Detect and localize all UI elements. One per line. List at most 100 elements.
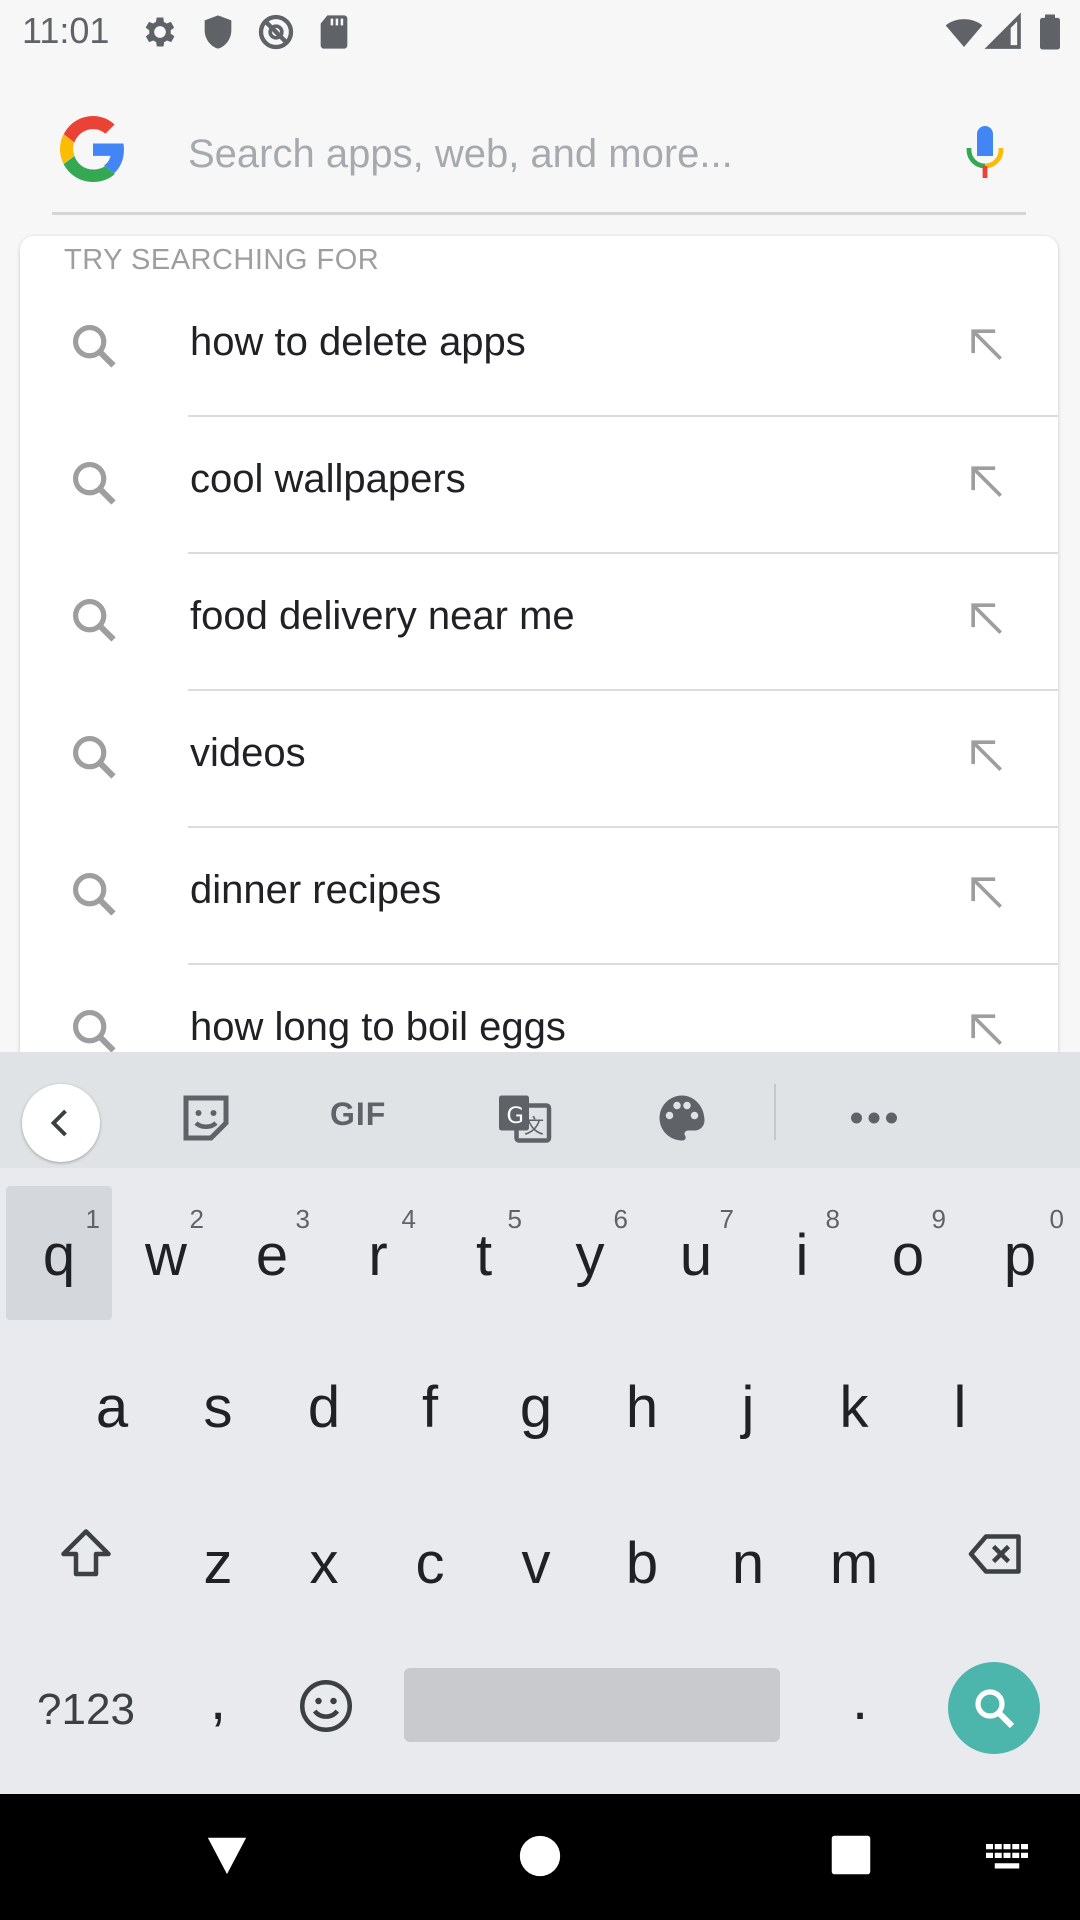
key-label: k <box>839 1375 869 1440</box>
back-chevron-icon <box>50 1109 67 1137</box>
search-icon <box>72 1009 116 1053</box>
suggestion-item[interactable]: food delivery near me <box>20 554 1058 691</box>
key-p[interactable]: 0p <box>964 1186 1076 1320</box>
key-comma[interactable]: , <box>168 1640 268 1774</box>
key-label: v <box>521 1531 551 1596</box>
key-g[interactable]: g <box>486 1338 586 1472</box>
key-label: p <box>1003 1223 1037 1288</box>
symbols-key[interactable]: ?123 <box>24 1640 148 1774</box>
suggestion-item[interactable]: videos <box>20 691 1058 828</box>
key-n[interactable]: n <box>698 1494 798 1628</box>
keyboard-switch-icon[interactable] <box>986 1844 1028 1872</box>
key-w[interactable]: 2w <box>116 1186 216 1320</box>
backspace-icon <box>968 1534 1021 1574</box>
key-label: h <box>625 1375 659 1440</box>
mic-icon[interactable] <box>960 122 1010 182</box>
key-l[interactable]: l <box>910 1338 1010 1472</box>
key-b[interactable]: b <box>592 1494 692 1628</box>
svg-text:G: G <box>507 1103 524 1129</box>
key-f[interactable]: f <box>380 1338 480 1472</box>
key-label: , <box>209 1667 227 1732</box>
key-s[interactable]: s <box>168 1338 268 1472</box>
suggestion-label: cool wallpapers <box>190 457 466 501</box>
key-label: s <box>203 1375 233 1440</box>
key-label: w <box>145 1223 187 1288</box>
suggestion-item[interactable]: how to delete apps <box>20 280 1058 417</box>
sd-card-icon <box>320 15 348 49</box>
recents-square-icon[interactable] <box>830 1834 872 1876</box>
key-label: ?123 <box>37 1685 135 1734</box>
fill-query-arrow-icon[interactable] <box>964 1007 1008 1051</box>
suggestion-item[interactable]: dinner recipes <box>20 828 1058 965</box>
key-label: u <box>679 1223 713 1288</box>
key-label: o <box>891 1223 925 1288</box>
back-triangle-icon[interactable] <box>204 1832 250 1878</box>
key-label: g <box>519 1375 553 1440</box>
keyboard-toolbar: GIF G 文 <box>0 1052 1080 1168</box>
status-bar: 11:01 <box>0 0 1080 64</box>
key-y[interactable]: 6y <box>540 1186 640 1320</box>
fill-query-arrow-icon[interactable] <box>964 596 1008 640</box>
translate-icon[interactable]: G 文 <box>494 1088 554 1148</box>
key-h[interactable]: h <box>592 1338 692 1472</box>
key-x[interactable]: x <box>274 1494 374 1628</box>
shift-key[interactable] <box>34 1494 138 1628</box>
key-label: r <box>368 1223 388 1288</box>
search-input[interactable] <box>188 124 908 184</box>
key-r[interactable]: 4r <box>328 1186 428 1320</box>
key-label: . <box>851 1667 869 1732</box>
key-u[interactable]: 7u <box>646 1186 746 1320</box>
suggestion-label: dinner recipes <box>190 868 442 912</box>
key-o[interactable]: 9o <box>858 1186 958 1320</box>
search-enter-button[interactable] <box>948 1662 1040 1754</box>
key-m[interactable]: m <box>804 1494 904 1628</box>
fill-query-arrow-icon[interactable] <box>964 322 1008 366</box>
fill-query-arrow-icon[interactable] <box>964 459 1008 503</box>
key-t[interactable]: 5t <box>434 1186 534 1320</box>
key-v[interactable]: v <box>486 1494 586 1628</box>
sticker-icon[interactable] <box>176 1088 236 1148</box>
palette-icon[interactable] <box>652 1088 712 1148</box>
search-icon <box>975 1689 1015 1729</box>
key-label: j <box>741 1375 755 1440</box>
back-chevron-button[interactable] <box>22 1084 100 1162</box>
suggestion-label: videos <box>190 731 306 775</box>
key-period[interactable]: . <box>810 1640 910 1774</box>
key-z[interactable]: z <box>168 1494 268 1628</box>
nav-bar <box>0 1794 1080 1920</box>
key-j[interactable]: j <box>698 1338 798 1472</box>
backspace-key[interactable] <box>944 1494 1048 1628</box>
key-q[interactable]: 1q <box>6 1186 112 1320</box>
suggestion-item[interactable]: how long to boil eggs <box>20 965 1058 1056</box>
home-circle-icon[interactable] <box>518 1834 562 1878</box>
fill-query-arrow-icon[interactable] <box>964 733 1008 777</box>
key-c[interactable]: c <box>380 1494 480 1628</box>
fill-query-arrow-icon[interactable] <box>964 870 1008 914</box>
suggestion-item[interactable]: cool wallpapers <box>20 417 1058 554</box>
key-d[interactable]: d <box>274 1338 374 1472</box>
key-label: q <box>42 1223 76 1288</box>
search-header <box>0 64 1080 236</box>
search-icon <box>72 461 116 505</box>
key-e[interactable]: 3e <box>222 1186 322 1320</box>
key-k[interactable]: k <box>804 1338 904 1472</box>
key-label: n <box>731 1531 765 1596</box>
key-label: b <box>625 1531 659 1596</box>
key-i[interactable]: 8i <box>752 1186 852 1320</box>
svg-text:文: 文 <box>524 1114 544 1138</box>
key-label: l <box>953 1375 967 1440</box>
key-a[interactable]: a <box>62 1338 162 1472</box>
search-icon <box>72 735 116 779</box>
emoji-key[interactable] <box>276 1640 376 1774</box>
key-label: d <box>307 1375 341 1440</box>
more-icon[interactable] <box>844 1088 904 1148</box>
space-bar[interactable] <box>404 1668 780 1742</box>
gif-button[interactable]: GIF <box>330 1096 400 1156</box>
signal-icon <box>984 12 1021 49</box>
key-label: i <box>795 1223 809 1288</box>
shield-icon <box>204 15 232 49</box>
suggestions-card: TRY SEARCHING FOR how to delete apps coo… <box>20 236 1058 1056</box>
shift-icon <box>61 1529 111 1577</box>
key-label: e <box>255 1223 289 1288</box>
search-icon <box>72 598 116 642</box>
